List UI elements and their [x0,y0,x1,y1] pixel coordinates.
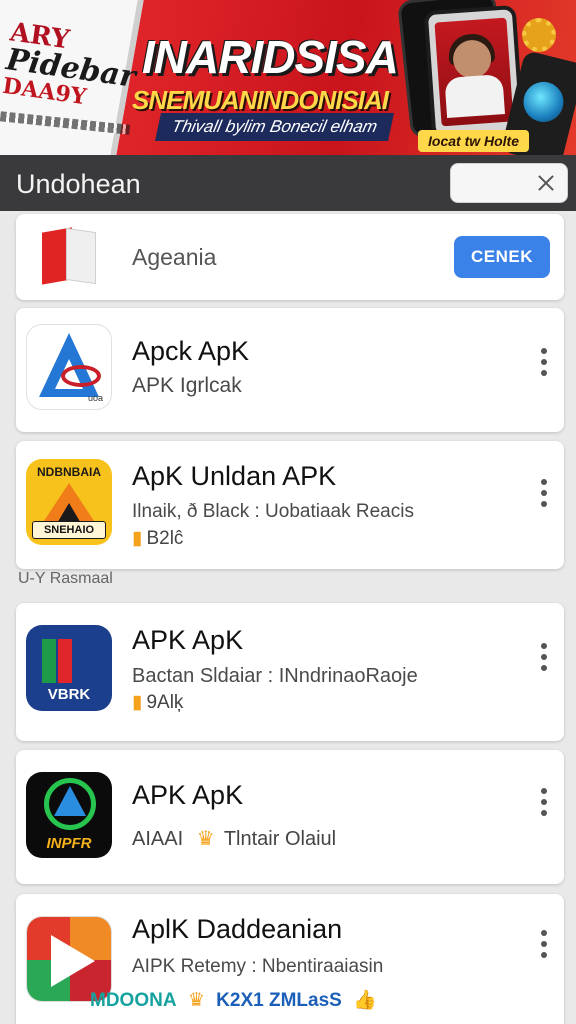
tag-label: K2X1 ZMLasS [216,990,342,1011]
more-vertical-icon[interactable] [538,348,550,382]
gear-icon [522,18,556,52]
app-subtitle: Bactan Sldaiar : INndrinaoRaoje [132,665,418,687]
thumbs-up-icon: 👍 [353,990,377,1011]
app-name: ApK Unldan APK [132,461,337,491]
tag-label: MDOONA [90,990,177,1011]
crown-icon: ♛ [187,990,205,1011]
globe-icon [519,77,568,127]
banner-badge[interactable]: Iocat tw Holte [418,130,530,152]
close-icon[interactable] [535,172,557,194]
app-icon: uoa [26,324,112,410]
banner-left-logo: ARY Pidebar DAA9Y [1,17,141,114]
check-button[interactable]: CENEK [454,236,550,278]
app-meta-text: 9Alķ [146,692,184,713]
app-icon-caption: uoa [87,393,103,403]
featured-label: Ageania [132,244,217,270]
app-list-item[interactable]: NDBNBAIA SNEHAIO ApK Unldan APK Ilnaik, … [16,441,564,569]
app-icon: NDBNBAIA SNEHAIO [26,459,112,545]
app-name: AplK Daddeanian [132,914,343,944]
app-meta-text: Tlntair Olaiul [223,828,337,850]
app-name: APK ApK [132,625,244,655]
banner-title: INARIDSISA [142,31,399,83]
more-vertical-icon[interactable] [538,643,550,677]
featured-card[interactable]: Ageania CENEK [16,214,564,300]
more-vertical-icon[interactable] [538,479,550,513]
app-icon-label: VBRK [47,686,91,703]
app-icon-caption: NDBNBAIA [37,465,101,479]
app-subtitle: AIAAI [132,828,184,850]
app-name: APK ApK [132,780,244,810]
app-meta: ▮ 9Alķ [132,691,183,714]
crown-icon: ♛ [196,828,215,850]
book-icon [36,226,102,288]
app-subtitle: Ilnaik, ð Black : Uobatiaak Reacis [132,501,414,522]
search-input[interactable] [450,163,568,203]
banner-subtitle: SNEMUANINDONISIAI [132,85,389,115]
app-list-item[interactable]: VBRK APK ApK Bactan Sldaiar : INndrinaoR… [16,603,564,741]
app-meta: ▮ B2lĉ [132,527,183,550]
page-title: Undohean [16,169,141,199]
star-icon: ▮ [132,528,143,549]
app-list-item[interactable]: uoa Apck ApK APK Igrlcak [16,308,564,432]
app-meta: AIAAI ♛ Tlntair Olaiul [132,826,336,851]
app-meta-text: B2lĉ [146,528,184,549]
star-icon: ▮ [132,692,143,713]
app-subtitle: AIPK Retemy : Nbentiraaiasin [132,956,384,977]
banner-tagline: Thivall bylim Bonecil elham [155,113,395,141]
app-list-item[interactable]: INPFR APK ApK AIAAI ♛ Tlntair Olaiul [16,750,564,884]
app-name: Apck ApK [132,336,250,366]
app-icon-label: INPFR [46,835,92,852]
play-icon [51,935,95,987]
promo-banner[interactable]: ARY Pidebar DAA9Y INARIDSISA SNEMUANINDO… [0,0,576,155]
app-icon: INPFR [26,772,112,858]
search-header: Undohean [0,155,576,211]
app-subtitle: APK Igrlcak [132,374,242,397]
bottom-tags: MDOONA ♛ K2X1 ZMLasS 👍 [90,988,383,1012]
app-icon: VBRK [26,625,112,711]
app-icon-label: SNEHAIO [32,521,106,539]
section-label: U-Y Rasmaal [18,570,113,587]
more-vertical-icon[interactable] [538,788,550,822]
more-vertical-icon[interactable] [538,930,550,964]
